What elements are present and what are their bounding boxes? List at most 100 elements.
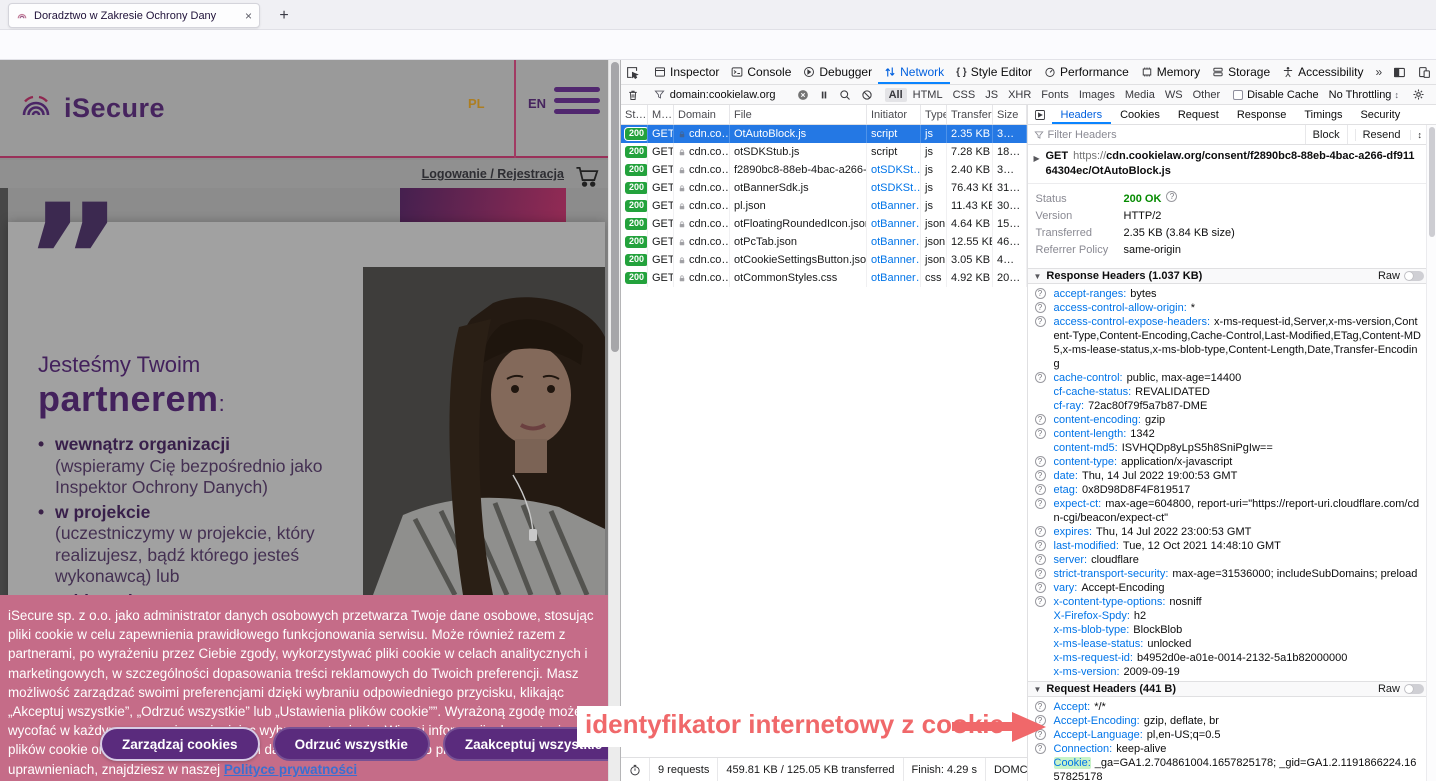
filter-pill-fonts[interactable]: Fonts [1037,88,1073,102]
filter-headers-input[interactable]: Filter Headers [1048,129,1117,141]
headers-scrollbar-thumb[interactable] [1429,127,1435,237]
pause-traffic-icon[interactable] [814,90,834,100]
cookie-button-reject-all[interactable]: Odrzuć wszystkie [273,727,430,761]
details-tab-headers[interactable]: Headers [1052,105,1112,124]
details-tab-request[interactable]: Request [1169,105,1228,124]
pick-element-icon[interactable] [621,60,644,84]
raw-toggle[interactable] [1404,271,1424,281]
tab-network[interactable]: Network [878,60,950,84]
col-type[interactable]: Type [921,105,947,124]
filter-pill-xhr[interactable]: XHR [1004,88,1035,102]
network-settings-gear-icon[interactable] [1407,88,1430,101]
network-request-row[interactable]: 200 GET cdn.co… otCookieSettingsButton.j… [621,251,1027,269]
lang-en-button[interactable]: EN [528,96,546,111]
tab-style-editor[interactable]: { }Style Editor [950,60,1038,84]
resend-button[interactable]: Resend↕ [1347,125,1436,144]
col-initiator[interactable]: Initiator [867,105,921,124]
lang-pl-button[interactable]: PL [468,96,485,111]
isecure-logo[interactable]: iSecure [16,88,165,128]
tab-debugger[interactable]: Debugger [797,60,878,84]
details-tab-cookies[interactable]: Cookies [1111,105,1169,124]
filter-pill-ws[interactable]: WS [1161,88,1187,102]
network-request-row[interactable]: 200 GET cdn.co… otPcTab.json otBanner… j… [621,233,1027,251]
filter-pill-images[interactable]: Images [1075,88,1119,102]
help-icon[interactable]: ? [1035,526,1046,537]
network-request-row[interactable]: 200 GET cdn.co… otCommonStyles.css otBan… [621,269,1027,287]
help-icon[interactable]: ? [1035,302,1046,313]
help-icon[interactable]: ? [1035,596,1046,607]
col-domain[interactable]: Domain [674,105,730,124]
tab-inspector[interactable]: Inspector [648,60,725,84]
search-icon[interactable] [834,89,856,101]
col-transferred[interactable]: Transferred [947,105,993,124]
cookie-button-manage[interactable]: Zarządzaj cookies [100,727,260,761]
toolbar-overflow-chevron[interactable]: » [1369,60,1388,84]
filter-pill-css[interactable]: CSS [949,88,980,102]
login-register-link[interactable]: Logowanie / Rejestracja [422,167,564,181]
tab-accessibility[interactable]: Accessibility [1276,60,1369,84]
details-tab-response[interactable]: Response [1228,105,1296,124]
responsive-design-icon[interactable] [1413,66,1436,79]
col-method[interactable]: M… [648,105,674,124]
site-scrollbar[interactable] [608,60,620,781]
throttle-clock[interactable] [621,758,650,781]
headers-scrollbar[interactable] [1426,125,1436,781]
details-tab-timings[interactable]: Timings [1295,105,1351,124]
network-request-row[interactable]: 200 GET cdn.co… pl.json otBanner… js 11.… [621,197,1027,215]
response-headers-section[interactable]: ▼ Response Headers (1.037 KB) Raw [1028,268,1427,284]
network-request-row[interactable]: 200 GET cdn.co… otFloatingRoundedIcon.js… [621,215,1027,233]
filter-pill-other[interactable]: Other [1189,88,1225,102]
help-icon[interactable]: ? [1035,554,1046,565]
help-icon[interactable]: ? [1035,568,1046,579]
disable-cache-checkbox[interactable]: Disable Cache [1233,89,1319,101]
col-status[interactable]: St… [621,105,648,124]
help-icon[interactable]: ? [1035,428,1046,439]
filter-pill-media[interactable]: Media [1121,88,1159,102]
network-request-row[interactable]: 200 GET cdn.co… otSDKStub.js script js 7… [621,143,1027,161]
block-button[interactable]: Block [1305,125,1347,144]
split-console-icon[interactable] [1388,66,1411,79]
col-size[interactable]: Size [993,105,1027,124]
help-icon[interactable]: ? [1035,743,1046,754]
filter-pill-js[interactable]: JS [981,88,1002,102]
help-icon[interactable]: ? [1035,701,1046,712]
filter-pill-html[interactable]: HTML [909,88,947,102]
clear-filter-icon[interactable] [797,89,809,101]
new-tab-button[interactable]: + [272,4,296,28]
cart-icon[interactable] [574,163,600,189]
throttling-dropdown[interactable]: No Throttling ↕ [1329,89,1399,101]
help-icon[interactable]: ? [1035,498,1046,509]
tab-performance[interactable]: Performance [1038,60,1135,84]
tab-memory[interactable]: Memory [1135,60,1206,84]
request-url-line[interactable]: ▶ GEThttps://cdn.cookielaw.org/consent/f… [1028,145,1427,184]
tab-console[interactable]: Console [725,60,797,84]
clear-requests-icon[interactable] [621,89,645,101]
network-request-row[interactable]: 200 GET cdn.co… otBannerSdk.js otSDKSt… … [621,179,1027,197]
help-icon[interactable]: ? [1035,372,1046,383]
help-icon[interactable]: ? [1035,540,1046,551]
details-pause-icon[interactable] [1028,105,1052,124]
help-icon[interactable]: ? [1035,456,1046,467]
raw-toggle[interactable] [1404,684,1424,694]
privacy-policy-link[interactable]: Polityce prywatności [224,762,357,777]
hamburger-menu-icon[interactable] [554,87,600,120]
help-icon[interactable]: ? [1035,414,1046,425]
help-icon[interactable]: ? [1035,470,1046,481]
block-request-icon[interactable] [856,89,878,101]
col-file[interactable]: File [730,105,867,124]
expand-caret-icon[interactable]: ▶ [1034,151,1040,166]
help-icon[interactable]: ? [1166,191,1177,202]
help-icon[interactable]: ? [1035,484,1046,495]
site-scrollbar-thumb[interactable] [611,62,619,352]
network-request-row[interactable]: 200 GET cdn.co… f2890bc8-88eb-4bac-a266-… [621,161,1027,179]
tab-close-icon[interactable]: × [245,9,252,23]
help-icon[interactable]: ? [1035,316,1046,327]
filter-pill-all[interactable]: All [885,88,907,102]
help-icon[interactable]: ? [1035,582,1046,593]
network-request-row[interactable]: 200 GET cdn.co… OtAutoBlock.js script js… [621,125,1027,143]
browser-tab[interactable]: Doradztwo w Zakresie Ochrony Dany × [8,3,260,28]
request-headers-section[interactable]: ▼ Request Headers (441 B) Raw [1028,681,1427,697]
details-tab-security[interactable]: Security [1351,105,1409,124]
tab-storage[interactable]: Storage [1206,60,1276,84]
help-icon[interactable]: ? [1035,288,1046,299]
